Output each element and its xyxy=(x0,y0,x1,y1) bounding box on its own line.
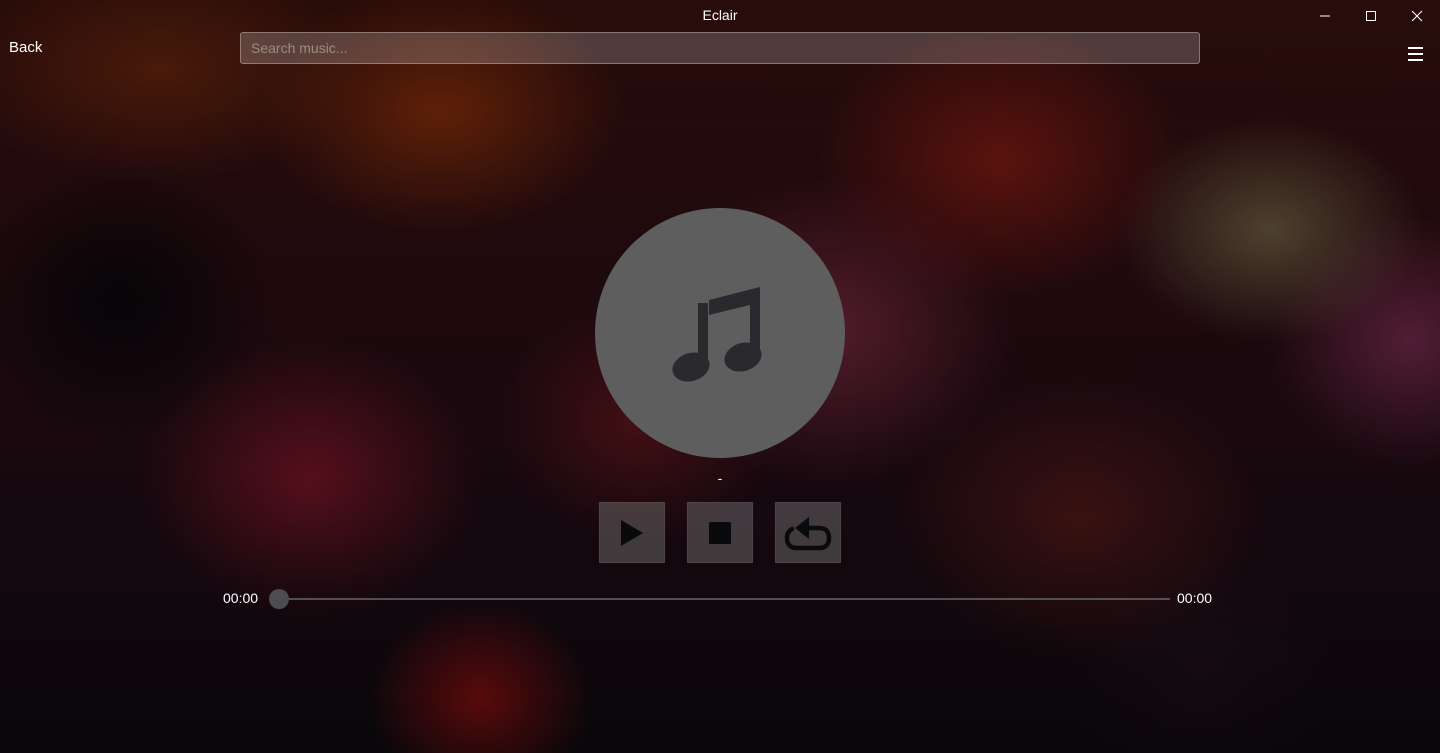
stop-button[interactable] xyxy=(687,502,753,563)
loop-icon xyxy=(784,516,832,550)
play-button[interactable] xyxy=(599,502,665,563)
hamburger-menu-icon xyxy=(1408,47,1423,61)
menu-button[interactable] xyxy=(1406,42,1428,66)
window-title: Eclair xyxy=(702,7,738,23)
current-time: 00:00 xyxy=(223,590,259,606)
track-title: - xyxy=(717,470,723,486)
app-window: Eclair Back Search music... - 00:00 00:0… xyxy=(0,0,1440,753)
close-button[interactable] xyxy=(1394,0,1440,32)
minimize-icon xyxy=(1320,15,1330,17)
total-time: 00:00 xyxy=(1177,590,1213,606)
seek-bar[interactable] xyxy=(279,598,1170,600)
window-controls xyxy=(1302,0,1440,32)
music-note-icon xyxy=(672,287,762,382)
album-art xyxy=(595,208,845,458)
search-input[interactable] xyxy=(240,32,1200,64)
maximize-icon xyxy=(1366,11,1376,21)
loop-button[interactable] xyxy=(775,502,841,563)
maximize-button[interactable] xyxy=(1348,0,1394,32)
play-icon xyxy=(621,519,643,546)
close-icon xyxy=(1411,10,1423,22)
minimize-button[interactable] xyxy=(1302,0,1348,32)
back-button[interactable]: Back xyxy=(9,39,42,56)
seek-thumb[interactable] xyxy=(269,589,289,609)
stop-icon xyxy=(709,521,731,544)
